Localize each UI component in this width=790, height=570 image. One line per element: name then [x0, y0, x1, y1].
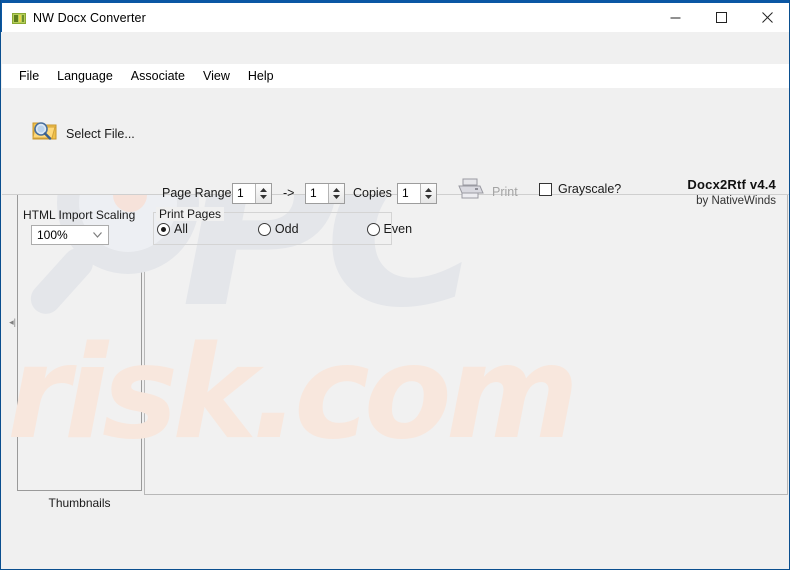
menu-bar: File Language Associate View Help: [2, 64, 789, 88]
radio-print-pages-all[interactable]: All: [157, 222, 188, 236]
menu-item-view[interactable]: View: [194, 67, 239, 85]
page-range-from-value: 1: [237, 186, 244, 200]
print-label: Print: [492, 184, 518, 199]
app-icon: [11, 10, 27, 26]
minimize-icon[interactable]: [652, 3, 698, 32]
grayscale-checkbox[interactable]: Grayscale?: [539, 182, 621, 196]
copies-input[interactable]: 1: [397, 183, 437, 204]
radio-odd-label: Odd: [274, 222, 299, 236]
import-scaling-value: 100%: [37, 228, 68, 242]
checkbox-box-icon: [539, 182, 552, 196]
import-scaling-label: HTML Import Scaling: [23, 208, 136, 222]
grayscale-label: Grayscale?: [558, 182, 622, 196]
radio-all-icon: [157, 222, 170, 236]
title-bar: NW Docx Converter: [1, 0, 789, 32]
page-range-from-input[interactable]: 1: [232, 183, 272, 204]
radio-even-icon: [366, 222, 380, 236]
vendor-name: by NativeWinds: [696, 195, 776, 207]
menu-item-associate[interactable]: Associate: [122, 67, 194, 85]
copies-value: 1: [402, 186, 409, 200]
radio-odd-icon: [257, 222, 271, 236]
import-scaling-select[interactable]: 100%: [31, 225, 109, 245]
radio-print-pages-odd[interactable]: Odd: [257, 222, 299, 236]
page-range-to-input[interactable]: 1: [305, 183, 345, 204]
menu-item-file[interactable]: File: [10, 67, 48, 85]
copies-stepper[interactable]: [420, 184, 436, 203]
page-range-separator: ->: [283, 186, 295, 200]
application-window: PC risk.com NW Docx Converter File Langu…: [0, 0, 790, 570]
print-pages-options: All Odd Even: [157, 222, 412, 236]
printer-icon: [457, 178, 485, 205]
copies-label: Copies: [353, 186, 392, 200]
menu-item-language[interactable]: Language: [48, 67, 122, 85]
maximize-icon[interactable]: [698, 3, 744, 32]
print-button[interactable]: Print: [457, 178, 518, 205]
thumbnails-label: Thumbnails: [48, 496, 111, 510]
page-range-to-value: 1: [310, 186, 317, 200]
menu-item-help[interactable]: Help: [239, 67, 283, 85]
window-title: NW Docx Converter: [33, 10, 146, 25]
chevron-down-icon: [93, 226, 102, 244]
page-range-from-stepper[interactable]: [255, 184, 271, 203]
page-range-to-stepper[interactable]: [328, 184, 344, 203]
page-range-label: Page Range:: [162, 186, 235, 200]
radio-even-label: Even: [383, 222, 413, 236]
select-file-label: Select File...: [66, 126, 135, 141]
toolbar: Select File... HTML Import Scaling 100% …: [2, 112, 789, 245]
radio-print-pages-even[interactable]: Even: [366, 222, 413, 236]
radio-all-label: All: [174, 222, 188, 236]
select-file-button[interactable]: Select File...: [32, 120, 135, 147]
product-name: Docx2Rtf v4.4: [687, 177, 776, 192]
print-pages-title: Print Pages: [156, 207, 225, 221]
window-controls: [652, 3, 789, 32]
brand-block: Docx2Rtf v4.4 by NativeWinds: [687, 177, 776, 207]
folder-search-icon: [32, 120, 58, 147]
close-icon[interactable]: [744, 3, 789, 32]
collapse-handle-icon[interactable]: ◂|: [8, 311, 17, 333]
